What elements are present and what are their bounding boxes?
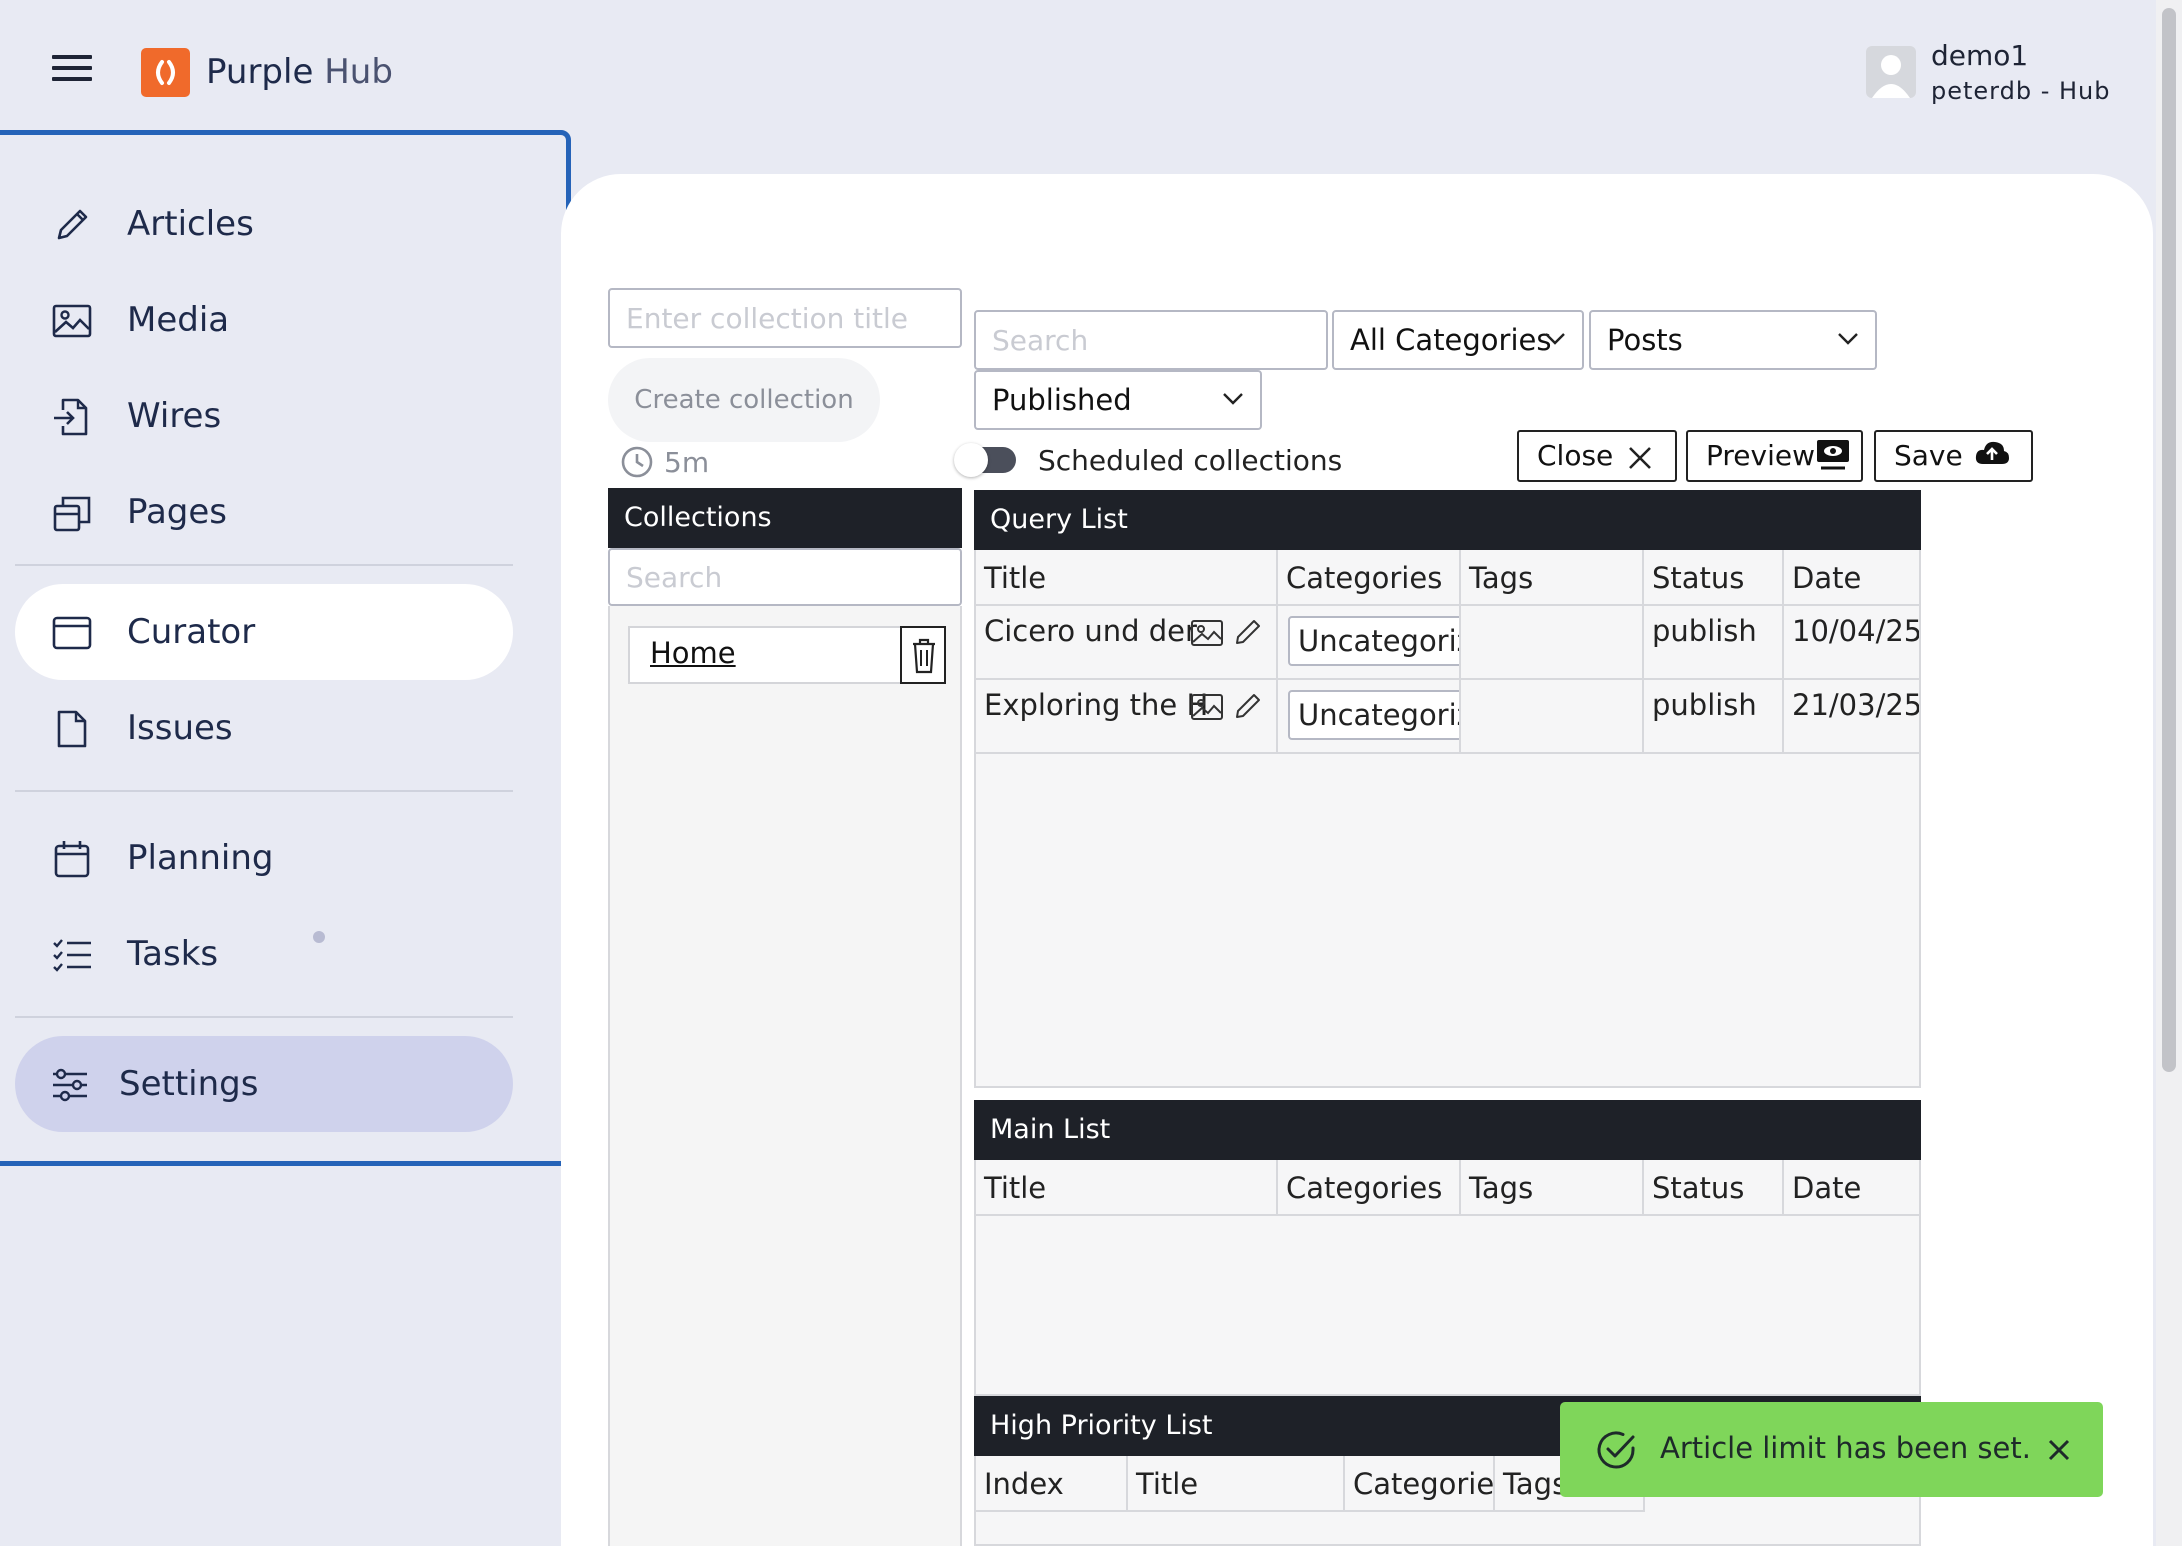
column-header-categories[interactable]: Categories — [1345, 1456, 1509, 1512]
sidebar-divider — [15, 564, 513, 566]
column-header-tags[interactable]: Tags — [1461, 1160, 1644, 1216]
column-header-status[interactable]: Status — [1644, 1160, 1784, 1216]
article-search-input[interactable] — [974, 310, 1328, 370]
browser-window-icon — [52, 616, 92, 650]
column-header-title[interactable]: Title — [976, 550, 1278, 606]
calendar-icon — [54, 841, 90, 878]
image-icon — [52, 304, 92, 338]
sliders-icon — [53, 1068, 87, 1102]
category-select[interactable]: All Categories — [1332, 310, 1584, 370]
pencil-icon — [57, 209, 88, 240]
sidebar-item-media[interactable]: Media — [15, 272, 513, 368]
scheduled-collections-row: Scheduled collections — [954, 440, 1342, 480]
collections-header: Collections — [608, 488, 962, 548]
chevron-down-icon — [1223, 393, 1243, 405]
query-list-table: Title Categories Tags Status Date Cicero… — [974, 550, 1921, 1088]
column-header-status[interactable]: Status — [1644, 550, 1784, 606]
collection-link-home[interactable]: Home — [650, 636, 736, 670]
page-scrollbar[interactable] — [2156, 0, 2182, 1546]
brand-name: Purple Hub — [206, 52, 393, 92]
column-header-date[interactable]: Date — [1784, 1160, 1919, 1216]
category-tag[interactable]: Uncategorized — [1288, 616, 1459, 666]
sidebar-item-pages[interactable]: Pages — [15, 464, 513, 560]
create-collection-button[interactable]: Create collection — [608, 358, 880, 442]
purple-hub-logo — [141, 48, 190, 97]
article-title: Cicero und der — [984, 614, 1197, 648]
column-header-title[interactable]: Title — [976, 1160, 1278, 1216]
pages-icon — [53, 496, 91, 532]
sidebar-item-wires[interactable]: Wires — [15, 368, 513, 464]
tags-cell — [1461, 606, 1644, 678]
close-button[interactable]: Close — [1517, 430, 1677, 482]
chevron-down-icon — [1545, 333, 1565, 345]
article-title: Exploring the H — [984, 688, 1209, 722]
save-button[interactable]: Save — [1874, 430, 2033, 482]
column-header-index[interactable]: Index — [976, 1456, 1128, 1512]
user-name[interactable]: demo1 — [1931, 38, 2028, 74]
column-header-categories[interactable]: Categories — [1278, 550, 1461, 606]
scrollbar-thumb[interactable] — [2162, 8, 2176, 1072]
sidebar-item-issues[interactable]: Issues — [15, 680, 513, 776]
column-header-title[interactable]: Title — [1128, 1456, 1345, 1512]
sidebar-divider — [15, 1016, 513, 1018]
sidebar-divider — [15, 790, 513, 792]
preview-button[interactable]: Preview — [1686, 430, 1863, 482]
image-icon[interactable] — [1190, 692, 1224, 722]
success-toast: Article limit has been set. — [1560, 1402, 2103, 1497]
status-cell: publish — [1644, 680, 1784, 752]
column-header-date[interactable]: Date — [1784, 550, 1919, 606]
delete-collection-button[interactable] — [900, 626, 946, 684]
sidebar: Articles Media Wires Pages Curator Issue… — [0, 130, 571, 1166]
scheduled-collections-toggle[interactable] — [954, 443, 1016, 477]
status-select[interactable]: Published — [974, 370, 1262, 430]
check-circle-icon — [1597, 1431, 1635, 1469]
settings-notification-dot — [313, 931, 325, 943]
clock-icon — [621, 446, 653, 478]
close-icon — [1629, 447, 1651, 469]
user-workspace: peterdb - Hub — [1931, 77, 2111, 105]
auto-refresh-timer: 5m — [620, 442, 709, 482]
sidebar-item-curator[interactable]: Curator — [15, 584, 513, 680]
toast-message: Article limit has been set. — [1660, 1431, 2031, 1465]
close-icon[interactable] — [2047, 1438, 2071, 1462]
collections-list: Home — [608, 606, 962, 1546]
sidebar-item-articles[interactable]: Articles — [15, 176, 513, 272]
table-row[interactable]: Exploring the H Uncategorized publish 21… — [976, 680, 1919, 754]
top-bar: Purple Hub demo1 peterdb - Hub — [0, 0, 2182, 130]
trash-icon — [913, 638, 935, 674]
sidebar-item-planning[interactable]: Planning — [15, 810, 513, 906]
date-cell: 21/03/25 — [1792, 688, 1919, 722]
preview-screen-icon — [1817, 440, 1849, 470]
main-list-table: Title Categories Tags Status Date — [974, 1160, 1921, 1396]
file-import-icon — [54, 398, 88, 436]
collection-title-input[interactable] — [608, 288, 962, 348]
edit-pencil-icon[interactable] — [1232, 690, 1264, 722]
column-header-tags[interactable]: Tags — [1461, 550, 1644, 606]
category-tag[interactable]: Uncategorized — [1288, 690, 1459, 740]
status-cell: publish — [1644, 606, 1784, 678]
hamburger-menu-icon[interactable] — [52, 55, 92, 87]
column-header-categories[interactable]: Categories — [1278, 1160, 1461, 1216]
collection-item[interactable]: Home — [628, 626, 906, 684]
post-type-select[interactable]: Posts — [1589, 310, 1877, 370]
checklist-icon — [53, 939, 91, 972]
image-icon[interactable] — [1190, 618, 1224, 648]
document-icon — [57, 710, 87, 748]
date-cell: 10/04/25 — [1792, 614, 1919, 648]
main-list-header: Main List — [974, 1100, 1921, 1160]
tags-cell — [1461, 680, 1644, 752]
edit-pencil-icon[interactable] — [1232, 616, 1264, 648]
table-row[interactable]: Cicero und der Uncategorized publish 10/… — [976, 606, 1919, 680]
user-avatar[interactable] — [1866, 46, 1916, 98]
query-list-header: Query List — [974, 490, 1921, 550]
sidebar-item-tasks[interactable]: Tasks — [15, 906, 513, 1002]
collections-search-input[interactable] — [608, 548, 962, 606]
sidebar-item-settings[interactable]: Settings — [15, 1036, 513, 1132]
chevron-down-icon — [1838, 333, 1858, 345]
cloud-upload-icon — [1975, 441, 2009, 464]
